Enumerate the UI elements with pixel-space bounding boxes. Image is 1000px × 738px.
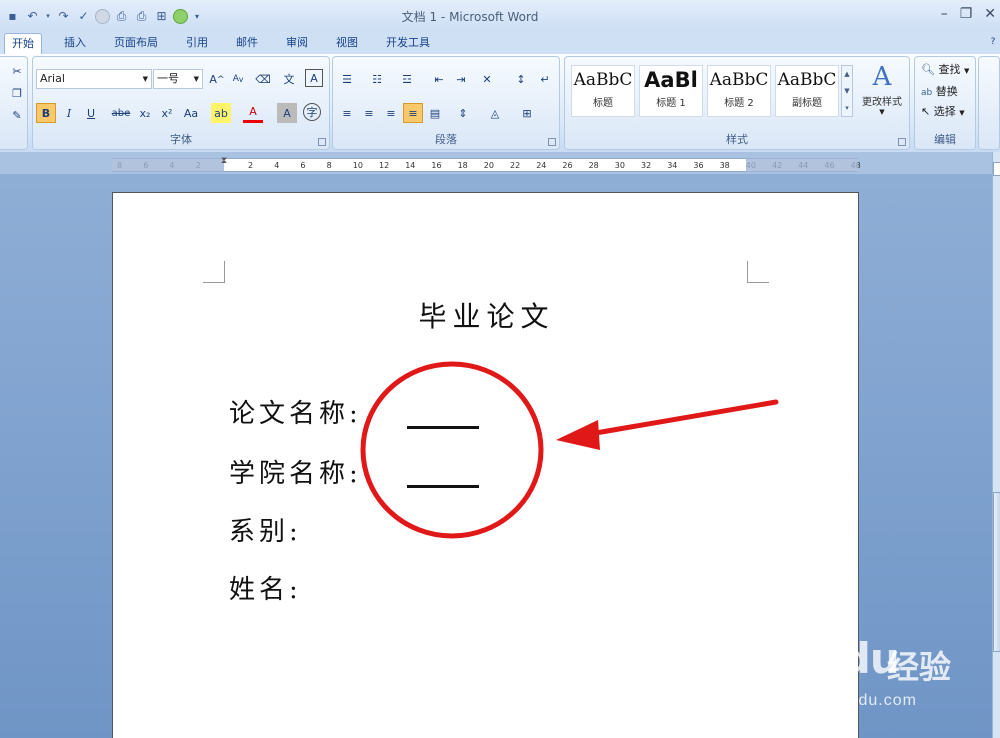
highlight-circle: [360, 361, 544, 539]
baidu-watermark: Baidu 🐾︎ 经验 jingyan.baidu.com: [765, 628, 955, 716]
paw-icon: 🐾︎: [835, 628, 861, 650]
watermark-brand-cn: 经验: [887, 649, 952, 685]
highlight-arrow-head: [556, 420, 600, 450]
watermark-brand: Baidu: [769, 634, 900, 683]
highlight-arrow-shaft: [587, 399, 779, 437]
watermark-url: jingyan.baidu.com: [771, 692, 917, 709]
